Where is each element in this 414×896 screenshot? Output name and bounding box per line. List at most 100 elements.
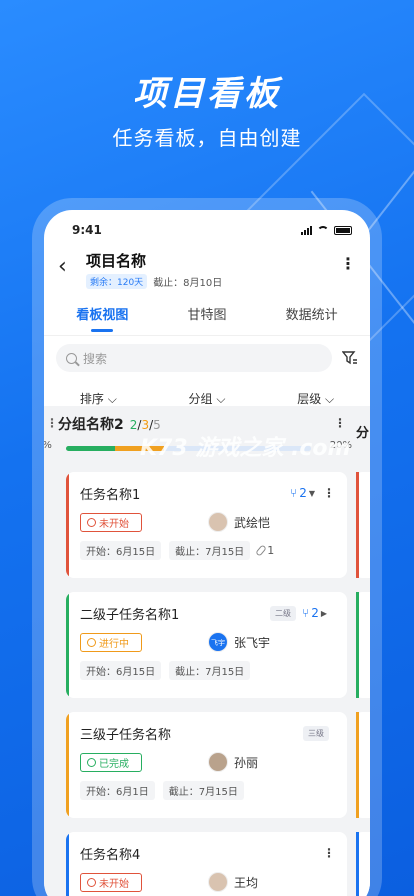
clock-icon xyxy=(87,637,96,647)
deadline-text: 截止：8月10日 xyxy=(153,278,223,289)
status-badge[interactable]: 未开始 xyxy=(80,512,142,532)
task-card[interactable]: 二级子任务名称1 二级 ⑂ 2 ▶ 进行中 飞宇 张飞宇 开始：6月15日 截止：7月… xyxy=(66,592,347,698)
status-badge[interactable]: 未开始 xyxy=(80,872,142,892)
status-label: 未开始 xyxy=(99,518,129,530)
card-accent xyxy=(356,592,359,698)
card-accent xyxy=(356,472,359,578)
status-badge[interactable]: 已完成 xyxy=(80,752,142,772)
avatar xyxy=(208,752,228,772)
kanban-board: ⋮ 0% 分组名称2 2/3/5 20% ⋮ 分 任务名称1 ⑂2▼ ⋮ xyxy=(44,406,370,896)
todo-icon xyxy=(87,517,96,527)
prev-column-more-icon[interactable]: ⋮ xyxy=(46,416,58,430)
level-tag: 二级 xyxy=(270,605,296,621)
check-circle-icon xyxy=(87,757,96,767)
subtask-number: 2 xyxy=(299,486,307,500)
chevron-left-icon[interactable]: ‹ xyxy=(58,254,80,279)
caret-down-icon: ▼ xyxy=(308,488,315,498)
task-title: 三级子任务名称 xyxy=(80,727,172,743)
tab-kanban[interactable]: 看板视图 xyxy=(50,296,155,336)
card-accent xyxy=(356,712,359,818)
watermark-logo: K73 游戏之家 .com xyxy=(140,436,351,461)
count-done: 2 xyxy=(129,418,138,432)
avatar: 飞宇 xyxy=(208,632,228,652)
level-dropdown[interactable]: 层级 ⌵ xyxy=(261,390,370,407)
status-badge[interactable]: 进行中 xyxy=(80,632,142,652)
todo-icon xyxy=(87,877,96,887)
attachment-count[interactable]: 1 xyxy=(255,543,274,557)
task-card[interactable]: 任务名称1 ⑂ 2 ▼ ⋮ 未开始 武绘恺 开始：6月15日 截止：7月15日 1 xyxy=(66,472,347,578)
card-accent xyxy=(66,712,69,818)
search-row: 搜索 xyxy=(44,336,370,380)
assignee-name: 张飞宇 xyxy=(234,635,271,650)
view-tabs: 看板视图 甘特图 数据统计 xyxy=(44,296,370,336)
status-bar: 9:41 xyxy=(44,210,370,250)
card-more-icon[interactable]: ⋮ xyxy=(323,486,335,500)
battery-icon xyxy=(334,225,352,235)
end-date: 截止：7月15日 xyxy=(162,780,244,800)
assignee-name: 王均 xyxy=(234,875,259,890)
card-accent xyxy=(66,472,69,578)
search-input[interactable]: 搜索 xyxy=(56,344,332,372)
search-icon xyxy=(66,352,77,364)
card-accent xyxy=(66,592,69,698)
assignee[interactable]: 孙丽 xyxy=(208,752,258,772)
remaining-badge: 剩余：120天 xyxy=(86,274,148,289)
assignee[interactable]: 飞宇 张飞宇 xyxy=(208,632,270,652)
subtask-count[interactable]: ⑂ 2 ▼ xyxy=(290,486,315,500)
end-date: 截止：7月15日 xyxy=(169,540,251,560)
status-time: 9:41 xyxy=(72,223,102,237)
status-label: 进行中 xyxy=(99,638,129,650)
subtask-number: 2 xyxy=(311,606,319,620)
wifi-icon xyxy=(317,226,329,234)
tab-stats[interactable]: 数据统计 xyxy=(259,296,364,336)
start-date: 开始：6月15日 xyxy=(80,660,162,680)
avatar xyxy=(208,872,228,892)
search-placeholder: 搜索 xyxy=(83,351,108,366)
subtask-count[interactable]: ⑂ 2 ▶ xyxy=(302,606,327,620)
progress-done xyxy=(66,446,115,451)
next-column-card[interactable] xyxy=(356,592,370,698)
level-tag: 三级 xyxy=(303,725,329,741)
paperclip-icon xyxy=(255,543,268,557)
subtask-icon: ⑂ xyxy=(290,486,298,500)
avatar xyxy=(208,512,228,532)
assignee-name: 孙丽 xyxy=(234,755,259,770)
column-more-icon[interactable]: ⋮ xyxy=(334,416,346,430)
task-title: 任务名称1 xyxy=(80,487,141,503)
status-label: 未开始 xyxy=(99,878,129,890)
assignee[interactable]: 王均 xyxy=(208,872,258,892)
phone-screen: 9:41 ‹ 项目名称 剩余：120天 截止：8月10日 ⋮ 看板视图 甘特图 … xyxy=(44,210,370,896)
next-column-card[interactable] xyxy=(356,712,370,818)
status-icons xyxy=(301,225,352,235)
status-label: 已完成 xyxy=(99,758,129,770)
sort-dropdown[interactable]: 排序 ⌵ xyxy=(44,390,153,407)
hero-title: 项目看板 xyxy=(133,74,281,114)
filter-icon[interactable] xyxy=(342,351,358,365)
task-card[interactable]: 三级子任务名称 三级 已完成 孙丽 开始：6月1日 截止：7月15日 xyxy=(66,712,347,818)
next-column-card[interactable] xyxy=(356,832,370,896)
group-dropdown[interactable]: 分组 ⌵ xyxy=(153,390,262,407)
tab-gantt[interactable]: 甘特图 xyxy=(155,296,260,336)
project-header: ‹ 项目名称 剩余：120天 截止：8月10日 ⋮ xyxy=(44,250,370,296)
card-more-icon[interactable]: ⋮ xyxy=(323,846,335,860)
caret-right-icon: ▶ xyxy=(320,608,327,618)
next-column-card[interactable] xyxy=(356,472,370,578)
end-date: 截止：7月15日 xyxy=(169,660,251,680)
project-meta: 剩余：120天 截止：8月10日 xyxy=(86,274,340,289)
more-icon[interactable]: ⋮ xyxy=(340,254,356,273)
subtask-icon: ⑂ xyxy=(302,606,310,620)
project-title: 项目名称 xyxy=(86,252,147,270)
start-date: 开始：6月15日 xyxy=(80,540,162,560)
signal-icon xyxy=(301,225,312,235)
task-card[interactable]: 任务名称4 ⋮ 未开始 王均 xyxy=(66,832,347,896)
card-accent xyxy=(356,832,359,896)
assignee-name: 武绘恺 xyxy=(234,515,271,530)
start-date: 开始：6月1日 xyxy=(80,780,155,800)
card-accent xyxy=(66,832,69,896)
assignee[interactable]: 武绘恺 xyxy=(208,512,270,532)
task-title: 二级子任务名称1 xyxy=(80,607,180,623)
prev-column-percent: 0% xyxy=(44,440,52,451)
hero-subtitle: 任务看板，自由创建 xyxy=(112,126,302,150)
task-title: 任务名称4 xyxy=(80,847,141,863)
next-column-title: 分 xyxy=(356,426,370,441)
